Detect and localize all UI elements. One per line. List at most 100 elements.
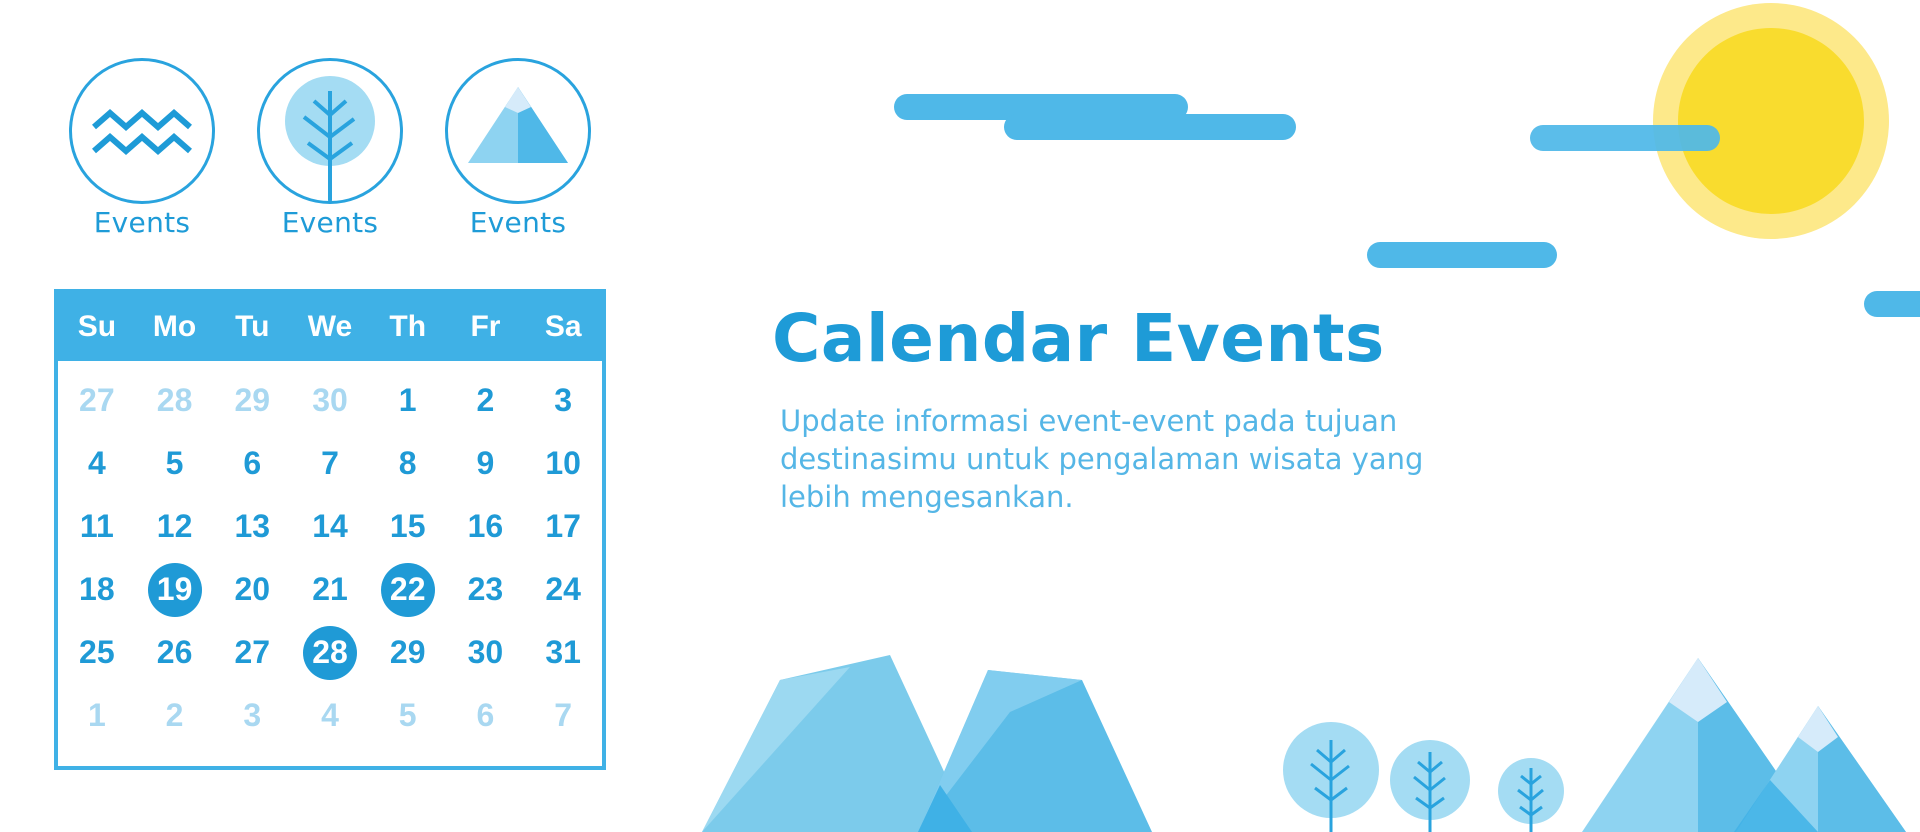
mountain-icon	[468, 87, 568, 163]
tree-icon	[285, 76, 375, 201]
calendar-day[interactable]: 14	[291, 495, 369, 558]
calendar-day-number: 4	[87, 445, 106, 481]
calendar-event-day[interactable]: 28	[291, 621, 369, 684]
calendar-day-number: 7	[321, 445, 339, 481]
category-tree[interactable]: Events	[256, 58, 404, 239]
calendar-day-number: 30	[467, 634, 504, 670]
weekday-label: Fr	[470, 310, 501, 343]
category-mountain[interactable]: Events	[444, 58, 592, 239]
calendar-day[interactable]: 31	[524, 621, 602, 684]
calendar-day[interactable]: 21	[291, 558, 369, 621]
calendar-day[interactable]: 6	[447, 684, 525, 747]
calendar-day[interactable]: 7	[524, 684, 602, 747]
calendar-day[interactable]: 12	[136, 495, 214, 558]
calendar-day-number: 9	[476, 445, 495, 481]
calendar-day[interactable]: 17	[524, 495, 602, 558]
calendar-day-number: 25	[79, 634, 115, 670]
calendar-day[interactable]: 29	[369, 621, 447, 684]
calendar-date-grid: 27 28 29 30 1 2 3 4 5 6 7 8 9 10 11 12 13 14 15 16 17 18 19 20 2…	[58, 361, 602, 747]
calendar-day[interactable]: 15	[369, 495, 447, 558]
calendar-day-number: 23	[467, 571, 504, 607]
calendar-day[interactable]: 1	[369, 369, 447, 432]
category-tree-ring	[257, 58, 403, 204]
calendar-day[interactable]: 26	[136, 621, 214, 684]
calendar-day-number: 12	[156, 508, 193, 544]
calendar-day[interactable]: 3	[524, 369, 602, 432]
calendar-day-number: 5	[398, 697, 417, 733]
calendar-day-number: 2	[476, 382, 495, 418]
calendar-day[interactable]: 2	[447, 369, 525, 432]
category-waves-ring	[69, 58, 215, 204]
calendar-day[interactable]: 2	[136, 684, 214, 747]
calendar-day-number: 28	[156, 382, 193, 418]
calendar-event-day[interactable]: 19	[136, 558, 214, 621]
calendar-day[interactable]: 13	[213, 495, 291, 558]
weekday-label: Mo	[152, 310, 197, 343]
mountains-right-icon	[1582, 658, 1906, 832]
calendar-day[interactable]: 28	[136, 369, 214, 432]
calendar-day-number: 19	[147, 562, 202, 617]
calendar-day-number: 5	[165, 445, 184, 481]
calendar-day[interactable]: 4	[291, 684, 369, 747]
calendar-day[interactable]: 25	[58, 621, 136, 684]
calendar-day[interactable]: 11	[58, 495, 136, 558]
calendar-day[interactable]: 5	[369, 684, 447, 747]
mountains-left-icon	[702, 655, 1152, 832]
calendar-day[interactable]: 8	[369, 432, 447, 495]
calendar-day-number: 21	[312, 571, 348, 607]
calendar-day-number: 27	[79, 382, 115, 418]
calendar-day[interactable]: 23	[447, 558, 525, 621]
calendar-day-number: 7	[554, 697, 573, 733]
calendar-day-number: 22	[380, 562, 435, 617]
calendar-day[interactable]: 27	[58, 369, 136, 432]
weekday-label: We	[307, 310, 353, 343]
calendar-day[interactable]: 3	[213, 684, 291, 747]
trees-icon	[1283, 722, 1564, 832]
calendar-day[interactable]: 30	[291, 369, 369, 432]
calendar-day[interactable]: 29	[213, 369, 291, 432]
calendar-day-number: 16	[467, 508, 504, 544]
calendar-day-number: 4	[321, 697, 339, 733]
calendar-day-number: 26	[156, 634, 193, 670]
category-mountain-ring	[445, 58, 591, 204]
water-waves-icon	[92, 109, 192, 155]
calendar-day-number: 3	[243, 697, 262, 733]
calendar-day[interactable]: 5	[136, 432, 214, 495]
calendar-day[interactable]: 18	[58, 558, 136, 621]
page-description: Update informasi event-event pada tujuan…	[780, 404, 1424, 514]
category-mountain-label: Events	[469, 206, 567, 239]
calendar-day-number: 18	[79, 571, 115, 607]
category-waves-label: Events	[93, 206, 191, 239]
calendar-day-number: 28	[302, 625, 357, 680]
calendar-event-day[interactable]: 22	[369, 558, 447, 621]
weekday-label: Tu	[235, 310, 270, 343]
calendar-day-number: 30	[312, 382, 348, 418]
category-waves[interactable]: Events	[68, 58, 216, 239]
calendar-day[interactable]: 9	[447, 432, 525, 495]
calendar-day-number: 1	[398, 382, 417, 418]
calendar-day-number: 1	[87, 697, 106, 733]
calendar-day-number: 14	[312, 508, 348, 544]
calendar-day[interactable]: 20	[213, 558, 291, 621]
calendar-day-number: 3	[554, 382, 573, 418]
calendar-day[interactable]: 16	[447, 495, 525, 558]
calendar-day[interactable]: 10	[524, 432, 602, 495]
calendar-widget: Su Mo Tu We Th Fr Sa 27 28 29 30 1 2 3 4 5 6 7 8 9 10 11 12 13…	[54, 289, 606, 770]
calendar-day[interactable]: 6	[213, 432, 291, 495]
calendar-day-number: 29	[389, 634, 426, 670]
calendar-day-number: 10	[545, 445, 581, 481]
calendar-day[interactable]: 30	[447, 621, 525, 684]
calendar-day-number: 11	[79, 508, 114, 544]
calendar-day[interactable]: 1	[58, 684, 136, 747]
calendar-weekday-header: Su Mo Tu We Th Fr Sa	[58, 293, 602, 361]
calendar-day[interactable]: 7	[291, 432, 369, 495]
calendar-day[interactable]: 27	[213, 621, 291, 684]
calendar-day-number: 20	[234, 571, 271, 607]
calendar-day[interactable]: 4	[58, 432, 136, 495]
calendar-day[interactable]: 24	[524, 558, 602, 621]
calendar-day-number: 24	[545, 571, 581, 607]
calendar-day-number: 17	[545, 508, 581, 544]
weekday-label: Th	[389, 310, 427, 343]
calendar-day-number: 6	[476, 697, 495, 733]
weekday-label: Sa	[544, 310, 582, 343]
